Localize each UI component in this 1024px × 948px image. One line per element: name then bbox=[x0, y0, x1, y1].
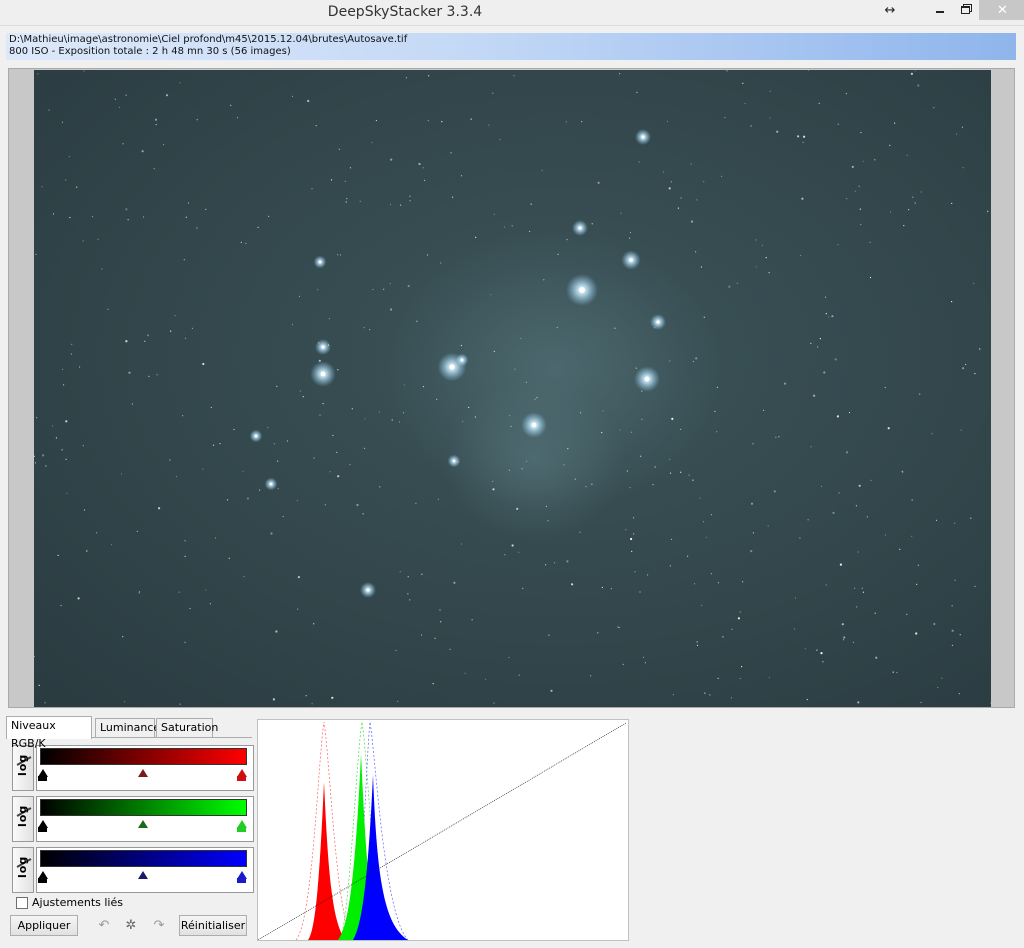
starfield bbox=[34, 70, 991, 705]
green-log-button[interactable]: log bbox=[12, 796, 34, 842]
green-levels-slider[interactable] bbox=[36, 796, 254, 842]
redo-icon[interactable]: ↷ bbox=[150, 916, 168, 934]
blue-log-button[interactable]: log bbox=[12, 847, 34, 893]
file-info-bar: D:\Mathieu\image\astronomie\Ciel profond… bbox=[6, 33, 1016, 60]
green-mid-handle[interactable] bbox=[138, 820, 148, 828]
undo-icon[interactable]: ↶ bbox=[95, 916, 113, 934]
blue-mid-handle[interactable] bbox=[138, 871, 148, 879]
tab-saturation[interactable]: Saturation bbox=[156, 718, 218, 738]
minimize-button[interactable] bbox=[928, 0, 952, 20]
astro-image[interactable] bbox=[34, 70, 991, 707]
blue-gradient bbox=[40, 850, 247, 867]
reset-button[interactable]: Réinitialiser bbox=[179, 915, 247, 936]
apply-button[interactable]: Appliquer bbox=[10, 915, 78, 936]
minimize-icon bbox=[936, 11, 944, 13]
close-button[interactable]: ✕ bbox=[979, 0, 1024, 20]
resize-icon[interactable]: ↔ bbox=[878, 0, 902, 20]
red-levels-slider[interactable] bbox=[36, 745, 254, 791]
image-viewer[interactable] bbox=[8, 68, 1015, 708]
red-mid-handle[interactable] bbox=[138, 769, 148, 777]
blue-channel: log bbox=[12, 847, 254, 893]
green-gradient bbox=[40, 799, 247, 816]
linked-adjustments[interactable]: Ajustements liés bbox=[16, 896, 123, 909]
exposure-details: 800 ISO - Exposition totale : 2 h 48 mn … bbox=[9, 46, 291, 57]
title-bar: DeepSkyStacker 3.3.4 ↔ ✕ bbox=[0, 0, 1024, 26]
tab-rgb-levels[interactable]: Niveaux RGB/K bbox=[6, 716, 92, 750]
window-title: DeepSkyStacker 3.3.4 bbox=[327, 4, 483, 20]
restore-icon bbox=[960, 6, 970, 14]
tab-luminance[interactable]: Luminance bbox=[95, 718, 160, 738]
linked-adjustments-label: Ajustements liés bbox=[32, 896, 123, 909]
histogram-plot bbox=[257, 721, 627, 941]
blue-levels-slider[interactable] bbox=[36, 847, 254, 893]
green-channel: log bbox=[12, 796, 254, 842]
file-path: D:\Mathieu\image\astronomie\Ciel profond… bbox=[9, 34, 408, 45]
settings-icon[interactable]: ✲ bbox=[122, 916, 140, 934]
restore-button[interactable] bbox=[953, 0, 977, 20]
linked-adjustments-checkbox[interactable] bbox=[16, 896, 28, 909]
red-gradient bbox=[40, 748, 247, 765]
histogram bbox=[257, 719, 629, 941]
red-channel: log bbox=[12, 745, 254, 791]
